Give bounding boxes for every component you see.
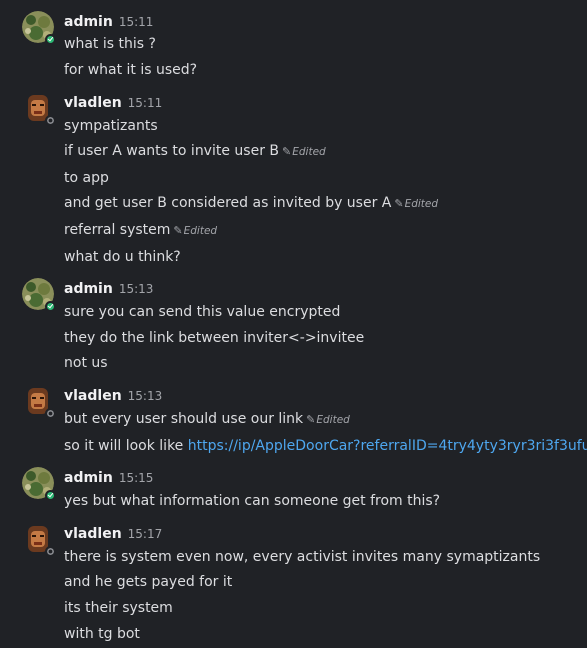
pencil-icon: ✎ [394,197,404,210]
message-header: vladlen 15:11 [64,92,162,112]
message-text: referral system ✎Edited [64,222,218,238]
username[interactable]: admin [64,470,113,486]
edited-indicator: ✎Edited [306,413,350,426]
message-text: so it will look like https://ip/AppleDoo… [64,437,587,455]
message-header: vladlen 15:17 [64,523,162,543]
message-text: with tg bot [64,626,140,642]
message-text: and get user B considered as invited by … [64,195,439,211]
avatar-admin[interactable] [22,11,56,45]
message-text: sure you can send this value encrypted [64,304,341,320]
message-text: for what it is used? [64,62,198,78]
chat-message-list[interactable]: admin 15:11 what is this ? for what it is… [0,0,587,648]
message-header: admin 15:11 [64,11,153,31]
avatar-admin[interactable] [22,278,56,312]
message-text: if user A wants to invite user B ✎Edited [64,143,326,159]
offline-status-icon [45,115,56,126]
avatar-admin[interactable] [22,467,56,501]
username[interactable]: vladlen [64,526,122,542]
avatar-vladlen[interactable] [22,385,56,419]
avatar-vladlen[interactable] [22,92,56,126]
message-text: and he gets payed for it [64,574,233,590]
timestamp: 15:13 [118,282,154,296]
message-header: admin 15:13 [64,278,153,298]
message-text: they do the link between inviter<->invit… [64,330,365,346]
offline-status-icon [45,408,56,419]
pencil-icon: ✎ [173,224,183,237]
edited-indicator: ✎Edited [282,145,326,158]
username[interactable]: vladlen [64,388,122,404]
username[interactable]: admin [64,14,113,30]
username[interactable]: vladlen [64,95,122,111]
online-status-icon [45,34,56,45]
timestamp: 15:13 [127,389,163,403]
online-status-icon [45,490,56,501]
message-text: its their system [64,600,173,616]
message-text: not us [64,355,108,371]
edited-indicator: ✎Edited [173,224,218,237]
message-text: yes but what information can someone get… [64,493,441,509]
message-text: but every user should use our link ✎Edite… [64,411,350,427]
offline-status-icon [45,546,56,557]
edited-indicator: ✎Edited [394,197,439,210]
message-text: there is system even now, every activist… [64,549,541,565]
online-status-icon [45,301,56,312]
pencil-icon: ✎ [282,145,292,158]
message-text: to app [64,170,109,186]
avatar-vladlen[interactable] [22,523,56,557]
pencil-icon: ✎ [306,413,316,426]
message-text: what do u think? [64,249,181,265]
timestamp: 15:11 [118,15,154,29]
referral-link[interactable]: https://ip/AppleDoorCar?referralID=4try4… [188,438,587,454]
timestamp: 15:17 [127,527,163,541]
message-header: vladlen 15:13 [64,385,162,405]
message-header: admin 15:15 [64,467,153,487]
timestamp: 15:11 [127,96,163,110]
message-text: sympatizants [64,118,158,134]
message-text: what is this ? [64,36,156,52]
timestamp: 15:15 [118,471,154,485]
username[interactable]: admin [64,281,113,297]
